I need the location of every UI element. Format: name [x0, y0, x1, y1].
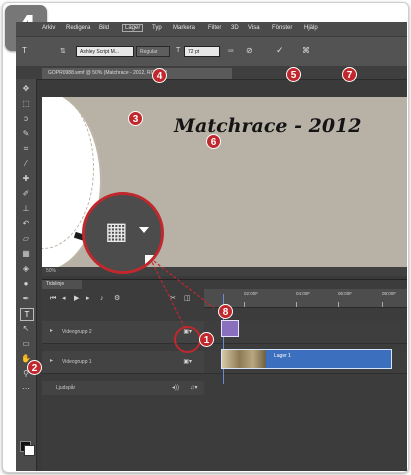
step-marker: 5	[286, 67, 301, 82]
zoom-callout: ▦	[82, 192, 164, 274]
step-marker: 7	[342, 67, 357, 82]
step-marker: 6	[206, 134, 221, 149]
step-marker: 8	[218, 304, 233, 319]
step-marker: 1	[199, 332, 214, 347]
step-marker: 2	[27, 360, 42, 375]
step-marker: 3	[128, 111, 143, 126]
dropdown-caret-icon	[139, 227, 149, 233]
highlight-ring	[174, 326, 201, 353]
step-marker: 4	[152, 68, 167, 83]
film-icon: ▦	[105, 218, 128, 245]
